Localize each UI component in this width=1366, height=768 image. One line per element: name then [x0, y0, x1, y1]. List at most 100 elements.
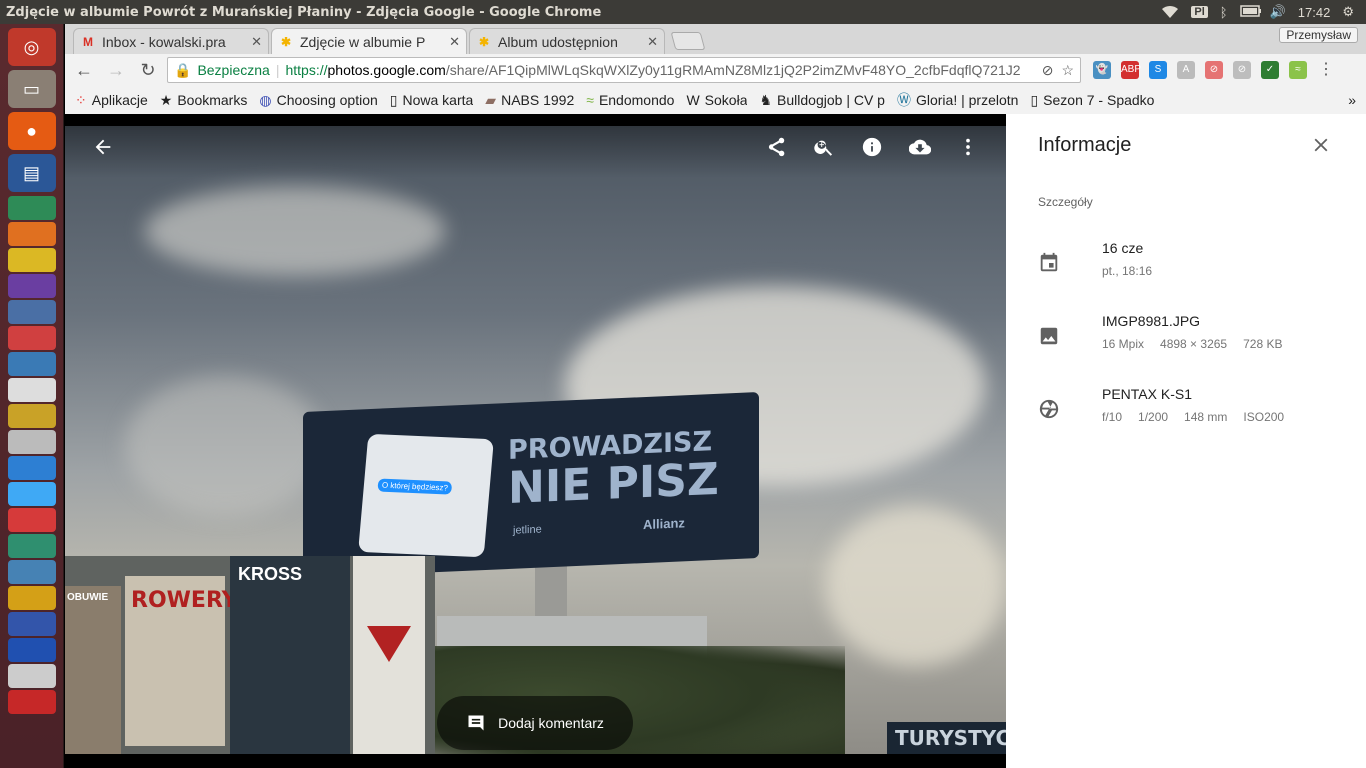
back-arrow-icon[interactable]: [90, 134, 116, 160]
date-row[interactable]: 16 cze pt., 18:16: [1038, 240, 1338, 278]
cloud: [825, 506, 1005, 666]
app-icon-7[interactable]: [7, 482, 56, 506]
bookmark-apps[interactable]: ⁘ Aplikacje: [75, 92, 148, 109]
battery-icon[interactable]: [1239, 5, 1261, 19]
checkmark-icon[interactable]: ✓: [1261, 61, 1279, 79]
bookmark-bookmarks[interactable]: ★ Bookmarks: [160, 92, 248, 109]
adblock-icon[interactable]: ABP: [1121, 61, 1141, 79]
back-icon[interactable]: ←: [71, 60, 97, 81]
cookie-blocked-icon[interactable]: ⊘: [1042, 62, 1054, 79]
forward-icon[interactable]: →: [103, 60, 129, 81]
app-icon-2[interactable]: [7, 300, 56, 324]
app-icon-3[interactable]: [7, 326, 56, 350]
bookmark-label: Nowa karta: [402, 92, 474, 108]
profile-button[interactable]: Przemysław: [1279, 27, 1358, 43]
ubuntu-dash-icon[interactable]: ◎: [7, 28, 56, 66]
tab-close-icon[interactable]: ✕: [647, 34, 658, 50]
bulldog-icon: ♞: [759, 91, 773, 108]
apps-grid-icon: ⁘: [75, 91, 87, 108]
zoom-in-icon[interactable]: [811, 134, 837, 160]
tab-inbox[interactable]: M Inbox - kowalski.pra ✕: [73, 28, 269, 54]
url-host: photos.google.com: [327, 62, 446, 78]
google-photos-icon: ✱: [478, 34, 490, 49]
new-tab-button[interactable]: [670, 32, 706, 50]
extensions-bar: 👻 ABP S A ⊘ ⊘ ✓ ≈ ⋮: [1093, 61, 1335, 79]
sign-rowery: ROWERY: [125, 576, 238, 746]
sign-kross: KROSS: [230, 556, 350, 754]
ghostery-icon[interactable]: 👻: [1093, 61, 1111, 79]
bookmark-label: Bulldogjob | CV p: [777, 92, 885, 108]
share-icon[interactable]: [763, 134, 789, 160]
app-icon-14[interactable]: [7, 664, 56, 688]
app-icon-4[interactable]: [7, 352, 56, 376]
volume-icon[interactable]: 🔊: [1270, 4, 1286, 20]
bookmark-sokola[interactable]: W Sokoła: [686, 92, 747, 108]
bookmark-label: Sokoła: [704, 92, 748, 108]
tab-close-icon[interactable]: ✕: [449, 34, 460, 50]
block-icon[interactable]: ⊘: [1205, 61, 1223, 79]
tab-photo[interactable]: ✱ Zdjęcie w albumie P ✕: [271, 28, 467, 54]
tab-label: Zdjęcie w albumie P: [300, 33, 426, 50]
firefox-icon[interactable]: ●: [7, 112, 56, 150]
launcher: ◎ ▭ ● ▤: [0, 24, 64, 768]
bookmark-label: Endomondo: [598, 92, 675, 108]
clock[interactable]: 17:42: [1298, 5, 1331, 20]
bookmark-nabs[interactable]: ▰ NABS 1992: [485, 92, 574, 109]
skype-icon[interactable]: S: [1149, 61, 1167, 79]
disabled-extension-icon[interactable]: ⊘: [1233, 61, 1251, 79]
calc-icon[interactable]: [7, 196, 56, 220]
bookmark-choosing-option[interactable]: ◍ Choosing option: [259, 92, 377, 109]
keyboard-layout-indicator[interactable]: Pl: [1191, 6, 1208, 18]
bookmark-bulldogjob[interactable]: ♞ Bulldogjob | CV p: [759, 92, 885, 109]
shutter-value: 1/200: [1138, 410, 1169, 424]
bookmark-sezon[interactable]: ▯ Sezon 7 - Spadko: [1030, 92, 1154, 109]
billboard-sponsor: jetline: [513, 523, 542, 537]
sign-kross-text: KROSS: [238, 564, 303, 584]
bookmark-endomondo[interactable]: ≈ Endomondo: [586, 92, 674, 108]
red-triangle: [367, 626, 411, 662]
sd-card-icon[interactable]: [7, 690, 56, 714]
info-icon[interactable]: [859, 134, 885, 160]
disc-icon[interactable]: [7, 430, 56, 454]
image-icon: [1038, 325, 1062, 349]
more-options-icon[interactable]: [955, 134, 981, 160]
lock-icon[interactable]: 🔒: [174, 62, 191, 79]
add-comment-label: Dodaj komentarz: [498, 715, 604, 731]
bookmark-nowa-karta[interactable]: ▯ Nowa karta: [390, 92, 474, 109]
bluetooth-icon[interactable]: ᛒ: [1220, 5, 1228, 20]
files-icon[interactable]: ▭: [7, 70, 56, 108]
bookmarks-overflow-icon[interactable]: »: [1348, 92, 1356, 108]
tab-strip: M Inbox - kowalski.pra ✕ ✱ Zdjęcie w alb…: [65, 24, 1366, 54]
writer-icon[interactable]: ▤: [7, 154, 56, 192]
tab-close-icon[interactable]: ✕: [251, 34, 262, 50]
app-icon-13[interactable]: [7, 638, 56, 662]
software-center-icon[interactable]: [7, 222, 56, 246]
wikipedia-icon: W: [686, 92, 700, 108]
address-bar[interactable]: 🔒 Bezpieczna | https://photos.google.com…: [167, 57, 1081, 83]
wifi-icon[interactable]: [1161, 5, 1179, 19]
app-icon-9[interactable]: [7, 534, 56, 558]
close-icon[interactable]: [1310, 134, 1332, 156]
endomondo-icon: ≈: [586, 92, 594, 108]
extension-icon[interactable]: A: [1177, 61, 1195, 79]
reload-icon[interactable]: ↻: [135, 60, 161, 81]
download-icon[interactable]: [907, 134, 933, 160]
tab-album[interactable]: ✱ Album udostępnion ✕: [469, 28, 665, 54]
bookmark-star-icon[interactable]: ☆: [1061, 62, 1074, 79]
tex-icon[interactable]: [7, 404, 56, 428]
app-icon-10[interactable]: [7, 560, 56, 584]
app-icon-6[interactable]: [7, 456, 56, 480]
chrome-menu-icon[interactable]: ⋮: [1317, 61, 1335, 79]
app-icon-8[interactable]: [7, 508, 56, 532]
app-icon-1[interactable]: [7, 274, 56, 298]
bookmark-gloria[interactable]: Ⓦ Gloria! | przelotn: [897, 90, 1018, 110]
iso-value: ISO200: [1243, 410, 1285, 424]
bookmark-label: Bookmarks: [177, 92, 248, 108]
app-icon-12[interactable]: [7, 612, 56, 636]
chrome-icon[interactable]: [7, 248, 56, 272]
add-comment-button[interactable]: Dodaj komentarz: [437, 696, 633, 750]
endomondo-ext-icon[interactable]: ≈: [1289, 61, 1307, 79]
app-icon-5[interactable]: [7, 378, 56, 402]
app-icon-11[interactable]: [7, 586, 56, 610]
settings-gear-icon[interactable]: ⚙: [1342, 4, 1354, 20]
